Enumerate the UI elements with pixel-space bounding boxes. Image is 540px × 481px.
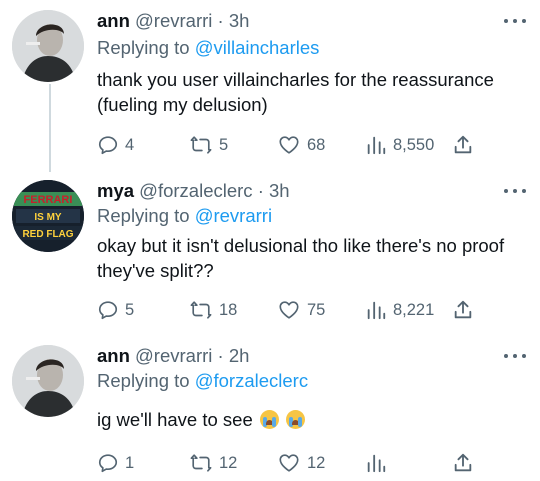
sign-line-1: FERRARI [24, 194, 73, 206]
user-handle[interactable]: @forzaleclerc [139, 180, 252, 201]
like-button[interactable]: 12 [277, 449, 325, 477]
timestamp[interactable]: 3h [269, 180, 290, 201]
views-icon [367, 301, 386, 320]
separator-dot: · [217, 345, 224, 366]
retweet-icon [190, 301, 212, 319]
views-button[interactable]: 8,550 [365, 131, 434, 159]
mention-link[interactable]: @revrarri [195, 205, 272, 226]
separator-dot: · [257, 180, 264, 201]
share-button[interactable] [452, 131, 474, 159]
reply-icon [98, 454, 118, 473]
reply-count: 5 [125, 300, 135, 319]
sign-line-2: IS MY [34, 212, 62, 223]
like-button[interactable]: 68 [277, 131, 325, 159]
display-name[interactable]: ann [97, 345, 130, 366]
timestamp[interactable]: 2h [229, 345, 250, 366]
replying-to-label: Replying to [97, 37, 190, 58]
like-icon [279, 301, 299, 319]
display-name[interactable]: mya [97, 180, 134, 201]
user-handle[interactable]: @revrarri [135, 345, 212, 366]
more-icon[interactable] [504, 12, 526, 30]
retweet-button[interactable]: 12 [189, 449, 237, 477]
views-icon [367, 136, 386, 155]
separator-dot: · [217, 10, 224, 31]
reply-count: 1 [125, 453, 135, 472]
retweet-button[interactable]: 18 [189, 296, 237, 324]
retweet-count: 18 [219, 300, 238, 319]
retweet-count: 12 [219, 453, 238, 472]
share-button[interactable] [452, 449, 474, 477]
sign-line-3: RED FLAG [22, 229, 73, 240]
reply-button[interactable]: 5 [97, 296, 134, 324]
avatar[interactable] [12, 10, 84, 82]
avatar-photo-icon [12, 345, 84, 417]
reply-count: 4 [125, 135, 135, 154]
tweet-text-container: ig we'll have to see [97, 407, 522, 432]
display-name[interactable]: ann [97, 10, 130, 31]
views-button[interactable] [365, 449, 387, 477]
share-icon [454, 453, 472, 472]
user-handle[interactable]: @revrarri [135, 10, 212, 31]
reply-icon [98, 136, 118, 155]
tweet-2[interactable]: FERRARI IS MY RED FLAG mya @forzaleclerc… [0, 172, 540, 337]
avatar[interactable]: FERRARI IS MY RED FLAG [12, 180, 84, 252]
tweet-3[interactable]: ann @revrarri · 2h Replying to @forzalec… [0, 337, 540, 481]
loudly-crying-face-emoji [286, 410, 306, 429]
like-button[interactable]: 75 [277, 296, 325, 324]
loudly-crying-face-emoji [259, 410, 279, 429]
timestamp[interactable]: 3h [229, 10, 250, 31]
views-icon [367, 454, 386, 473]
views-button[interactable]: 8,221 [365, 296, 434, 324]
like-count: 68 [307, 135, 326, 154]
tweet-1[interactable]: ann @revrarri · 3h Replying to @villainc… [0, 0, 540, 172]
share-button[interactable] [452, 296, 474, 324]
retweet-icon [190, 136, 212, 154]
avatar-sign-icon: FERRARI IS MY RED FLAG [12, 180, 84, 252]
like-icon [279, 454, 299, 472]
replying-to-label: Replying to [97, 370, 190, 391]
tweet-text: thank you user villaincharles for the re… [97, 69, 494, 115]
mention-link[interactable]: @forzaleclerc [195, 370, 308, 391]
tweet-text: okay but it isn't delusional tho like th… [97, 235, 505, 281]
like-icon [279, 136, 299, 154]
like-count: 75 [307, 300, 326, 319]
like-count: 12 [307, 453, 326, 472]
tweet-text: ig we'll have to see [97, 409, 253, 430]
view-count: 8,550 [393, 135, 435, 154]
more-icon[interactable] [504, 182, 526, 200]
retweet-count: 5 [219, 135, 229, 154]
view-count: 8,221 [393, 300, 435, 319]
mention-link[interactable]: @villaincharles [195, 37, 320, 58]
reply-button[interactable]: 4 [97, 131, 134, 159]
retweet-button[interactable]: 5 [189, 131, 228, 159]
reply-icon [98, 301, 118, 320]
replying-to-label: Replying to [97, 205, 190, 226]
avatar-photo-icon [12, 10, 84, 82]
retweet-icon [190, 454, 212, 472]
reply-button[interactable]: 1 [97, 449, 134, 477]
more-icon[interactable] [504, 347, 526, 365]
share-icon [454, 135, 472, 154]
avatar[interactable] [12, 345, 84, 417]
share-icon [454, 300, 472, 319]
